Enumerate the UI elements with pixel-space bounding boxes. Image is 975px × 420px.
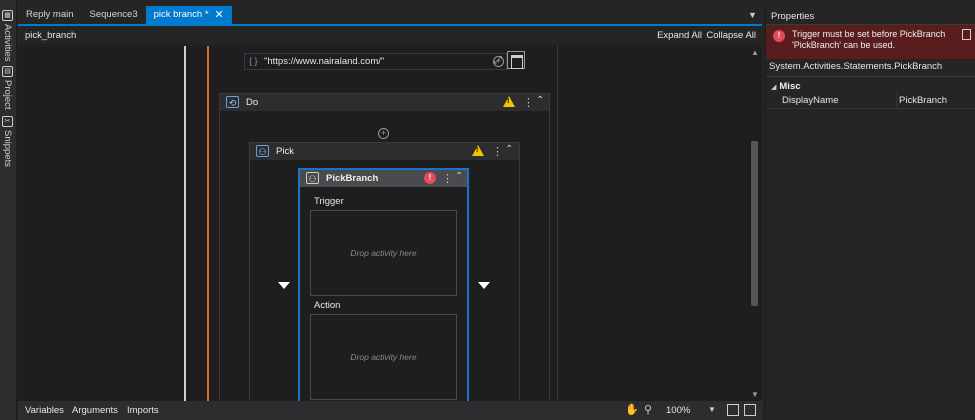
document-tab-strip: Reply main Sequence3 pick branch * ✕ (18, 6, 762, 24)
do-activity-icon: ⟲ (226, 96, 239, 108)
pickbranch-activity[interactable]: ⚇ PickBranch ! ⋮ ⌃ Trigger Drop activity… (298, 168, 469, 401)
tab-list-chevron-icon[interactable]: ▼ (748, 10, 757, 20)
branch-arrow-right-icon (478, 282, 490, 289)
collapse-triangle-icon: ◢ (771, 84, 777, 91)
breadcrumb-item[interactable]: pick_branch (25, 30, 76, 41)
warning-icon[interactable]: ! (503, 96, 515, 107)
activities-icon: ▦ (2, 10, 13, 21)
add-option-icon[interactable]: + (493, 56, 504, 67)
property-row-displayname[interactable]: DisplayName PickBranch (766, 93, 975, 108)
pick-activity-title: Pick (276, 146, 294, 157)
error-icon: ! (773, 30, 785, 42)
close-tab-icon[interactable]: ✕ (215, 6, 224, 24)
project-icon: ▤ (2, 66, 13, 77)
properties-panel: Properties ! Trigger must be set before … (765, 6, 975, 420)
more-options-icon[interactable]: ⋮ (442, 172, 453, 185)
action-drop-zone[interactable]: Drop activity here (310, 314, 457, 400)
more-options-icon[interactable]: ⋮ (523, 96, 534, 109)
breadcrumb: pick_branch Expand All Collapse All (18, 26, 762, 45)
trigger-label: Trigger (314, 196, 344, 207)
copy-icon[interactable] (962, 29, 971, 40)
trigger-drop-zone[interactable]: Drop activity here (310, 210, 457, 296)
warning-icon[interactable]: ! (472, 145, 484, 156)
scroll-down-icon[interactable]: ▼ (751, 390, 759, 399)
activities-panel-tab[interactable]: ▦ Activities (2, 10, 13, 61)
add-activity-icon[interactable]: + (378, 128, 389, 139)
pick-activity-icon: ⚇ (256, 145, 269, 157)
error-icon[interactable]: ! (424, 172, 436, 184)
activity-type-name: System.Activities.Statements.PickBranch (769, 61, 943, 72)
container-border-line (557, 46, 558, 401)
designer-canvas[interactable]: { } "https://www.nairaland.com/" ⤢ + ⟲ D… (18, 46, 748, 401)
properties-title: Properties (771, 11, 815, 22)
branch-arrow-left-icon (278, 282, 290, 289)
arguments-tab[interactable]: Arguments (72, 405, 118, 416)
pickbranch-activity-header[interactable]: ⚇ PickBranch ! ⋮ ⌃ (300, 170, 467, 187)
property-value-field[interactable]: PickBranch (899, 95, 947, 106)
fit-to-screen-icon[interactable] (727, 404, 739, 416)
error-message: Trigger must be set before PickBranch 'P… (792, 29, 946, 50)
property-name: DisplayName (782, 95, 839, 106)
imports-tab[interactable]: Imports (127, 405, 159, 416)
scroll-up-icon[interactable]: ▲ (751, 48, 759, 57)
sequence-connector-line (184, 46, 186, 401)
tab-sequence3[interactable]: Sequence3 (82, 6, 146, 24)
do-activity-title: Do (246, 97, 259, 108)
overview-icon[interactable] (744, 404, 756, 416)
designer-bottom-bar: Variables Arguments Imports ✋ ⚲ 100% ▼ (18, 401, 762, 420)
url-expression-field[interactable]: { } "https://www.nairaland.com/" ⤢ (244, 53, 507, 70)
snippets-icon: ✂ (2, 116, 13, 127)
property-category-misc[interactable]: ◢ Misc (771, 81, 801, 92)
url-value: "https://www.nairaland.com/" (264, 56, 385, 67)
do-activity-header[interactable]: ⟲ Do ! ⋮ ⌃ (220, 94, 549, 111)
more-options-icon[interactable]: ⋮ (492, 145, 503, 158)
side-panel-strip: ▦ Activities ▤ Project ✂ Snippets (0, 0, 17, 420)
collapse-icon[interactable]: ⌃ (536, 95, 544, 106)
expression-braces-icon: { } (249, 56, 258, 66)
chevron-down-icon[interactable]: ▼ (708, 405, 716, 414)
zoom-level-select[interactable]: 100% (666, 405, 690, 416)
snippets-panel-tab[interactable]: ✂ Snippets (2, 116, 13, 167)
expand-all-button[interactable]: Expand All (657, 30, 702, 41)
divider (896, 93, 897, 108)
browser-window-icon[interactable] (507, 51, 525, 69)
action-label: Action (314, 300, 341, 311)
zoom-search-icon[interactable]: ⚲ (644, 403, 652, 416)
pick-activity-header[interactable]: ⚇ Pick ! ⋮ ⌃ (250, 143, 519, 160)
tab-pick-branch[interactable]: pick branch * ✕ (145, 6, 232, 24)
flow-connector-line (207, 46, 209, 401)
pickbranch-activity-icon: ⚇ (306, 172, 319, 184)
error-banner: ! Trigger must be set before PickBranch … (766, 25, 975, 59)
tab-reply-main[interactable]: Reply main (18, 6, 82, 24)
pickbranch-activity-title: PickBranch (326, 173, 379, 184)
divider (766, 76, 975, 77)
hand-pan-icon[interactable]: ✋ (625, 403, 639, 416)
collapse-icon[interactable]: ⌃ (505, 144, 513, 155)
collapse-all-button[interactable]: Collapse All (706, 30, 756, 41)
variables-tab[interactable]: Variables (25, 405, 64, 416)
collapse-icon[interactable]: ⌃ (455, 171, 463, 182)
canvas-vertical-scrollbar[interactable]: ▲ ▼ (748, 46, 762, 401)
project-panel-tab[interactable]: ▤ Project (2, 66, 13, 110)
divider (766, 108, 975, 109)
scrollbar-thumb[interactable] (751, 141, 758, 306)
